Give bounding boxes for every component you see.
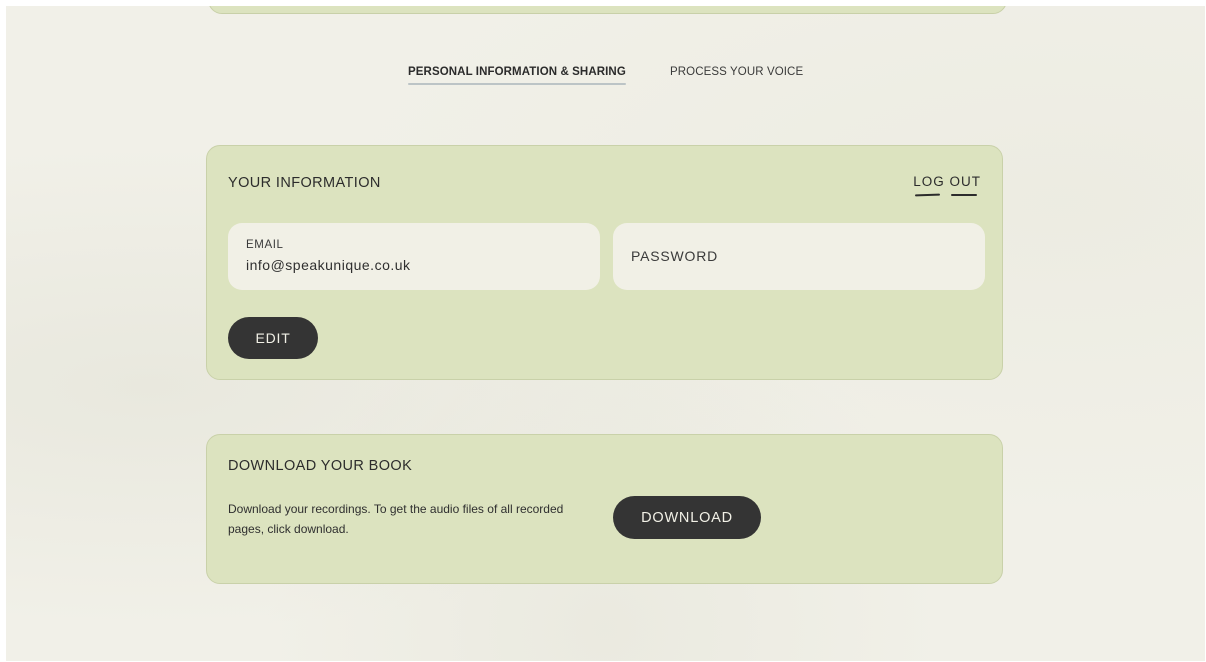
your-information-title: YOUR INFORMATION bbox=[228, 175, 381, 191]
email-field[interactable]: EMAIL bbox=[228, 223, 600, 290]
email-input[interactable] bbox=[246, 257, 576, 273]
logout-link[interactable]: LOG OUT bbox=[913, 174, 981, 197]
your-information-card: YOUR INFORMATION LOG OUT EMAIL PASSWORD … bbox=[206, 145, 1003, 380]
edit-button[interactable]: EDIT bbox=[228, 317, 318, 359]
download-book-card: DOWNLOAD YOUR BOOK Download your recordi… bbox=[206, 434, 1003, 584]
page: PERSONAL INFORMATION & SHARING PROCESS Y… bbox=[6, 6, 1205, 661]
logout-underline bbox=[913, 193, 981, 197]
download-book-title: DOWNLOAD YOUR BOOK bbox=[228, 458, 413, 474]
download-button[interactable]: DOWNLOAD bbox=[613, 496, 761, 539]
section-tabs: PERSONAL INFORMATION & SHARING PROCESS Y… bbox=[6, 66, 1205, 96]
download-description: Download your recordings. To get the aud… bbox=[228, 502, 564, 536]
tab-personal-information[interactable]: PERSONAL INFORMATION & SHARING bbox=[408, 66, 626, 85]
logout-label: LOG OUT bbox=[913, 174, 981, 189]
previous-card-edge bbox=[208, 6, 1007, 14]
email-label: EMAIL bbox=[246, 239, 284, 251]
password-label: PASSWORD bbox=[631, 248, 719, 264]
tab-process-your-voice[interactable]: PROCESS YOUR VOICE bbox=[670, 66, 803, 78]
password-field[interactable]: PASSWORD bbox=[613, 223, 985, 290]
